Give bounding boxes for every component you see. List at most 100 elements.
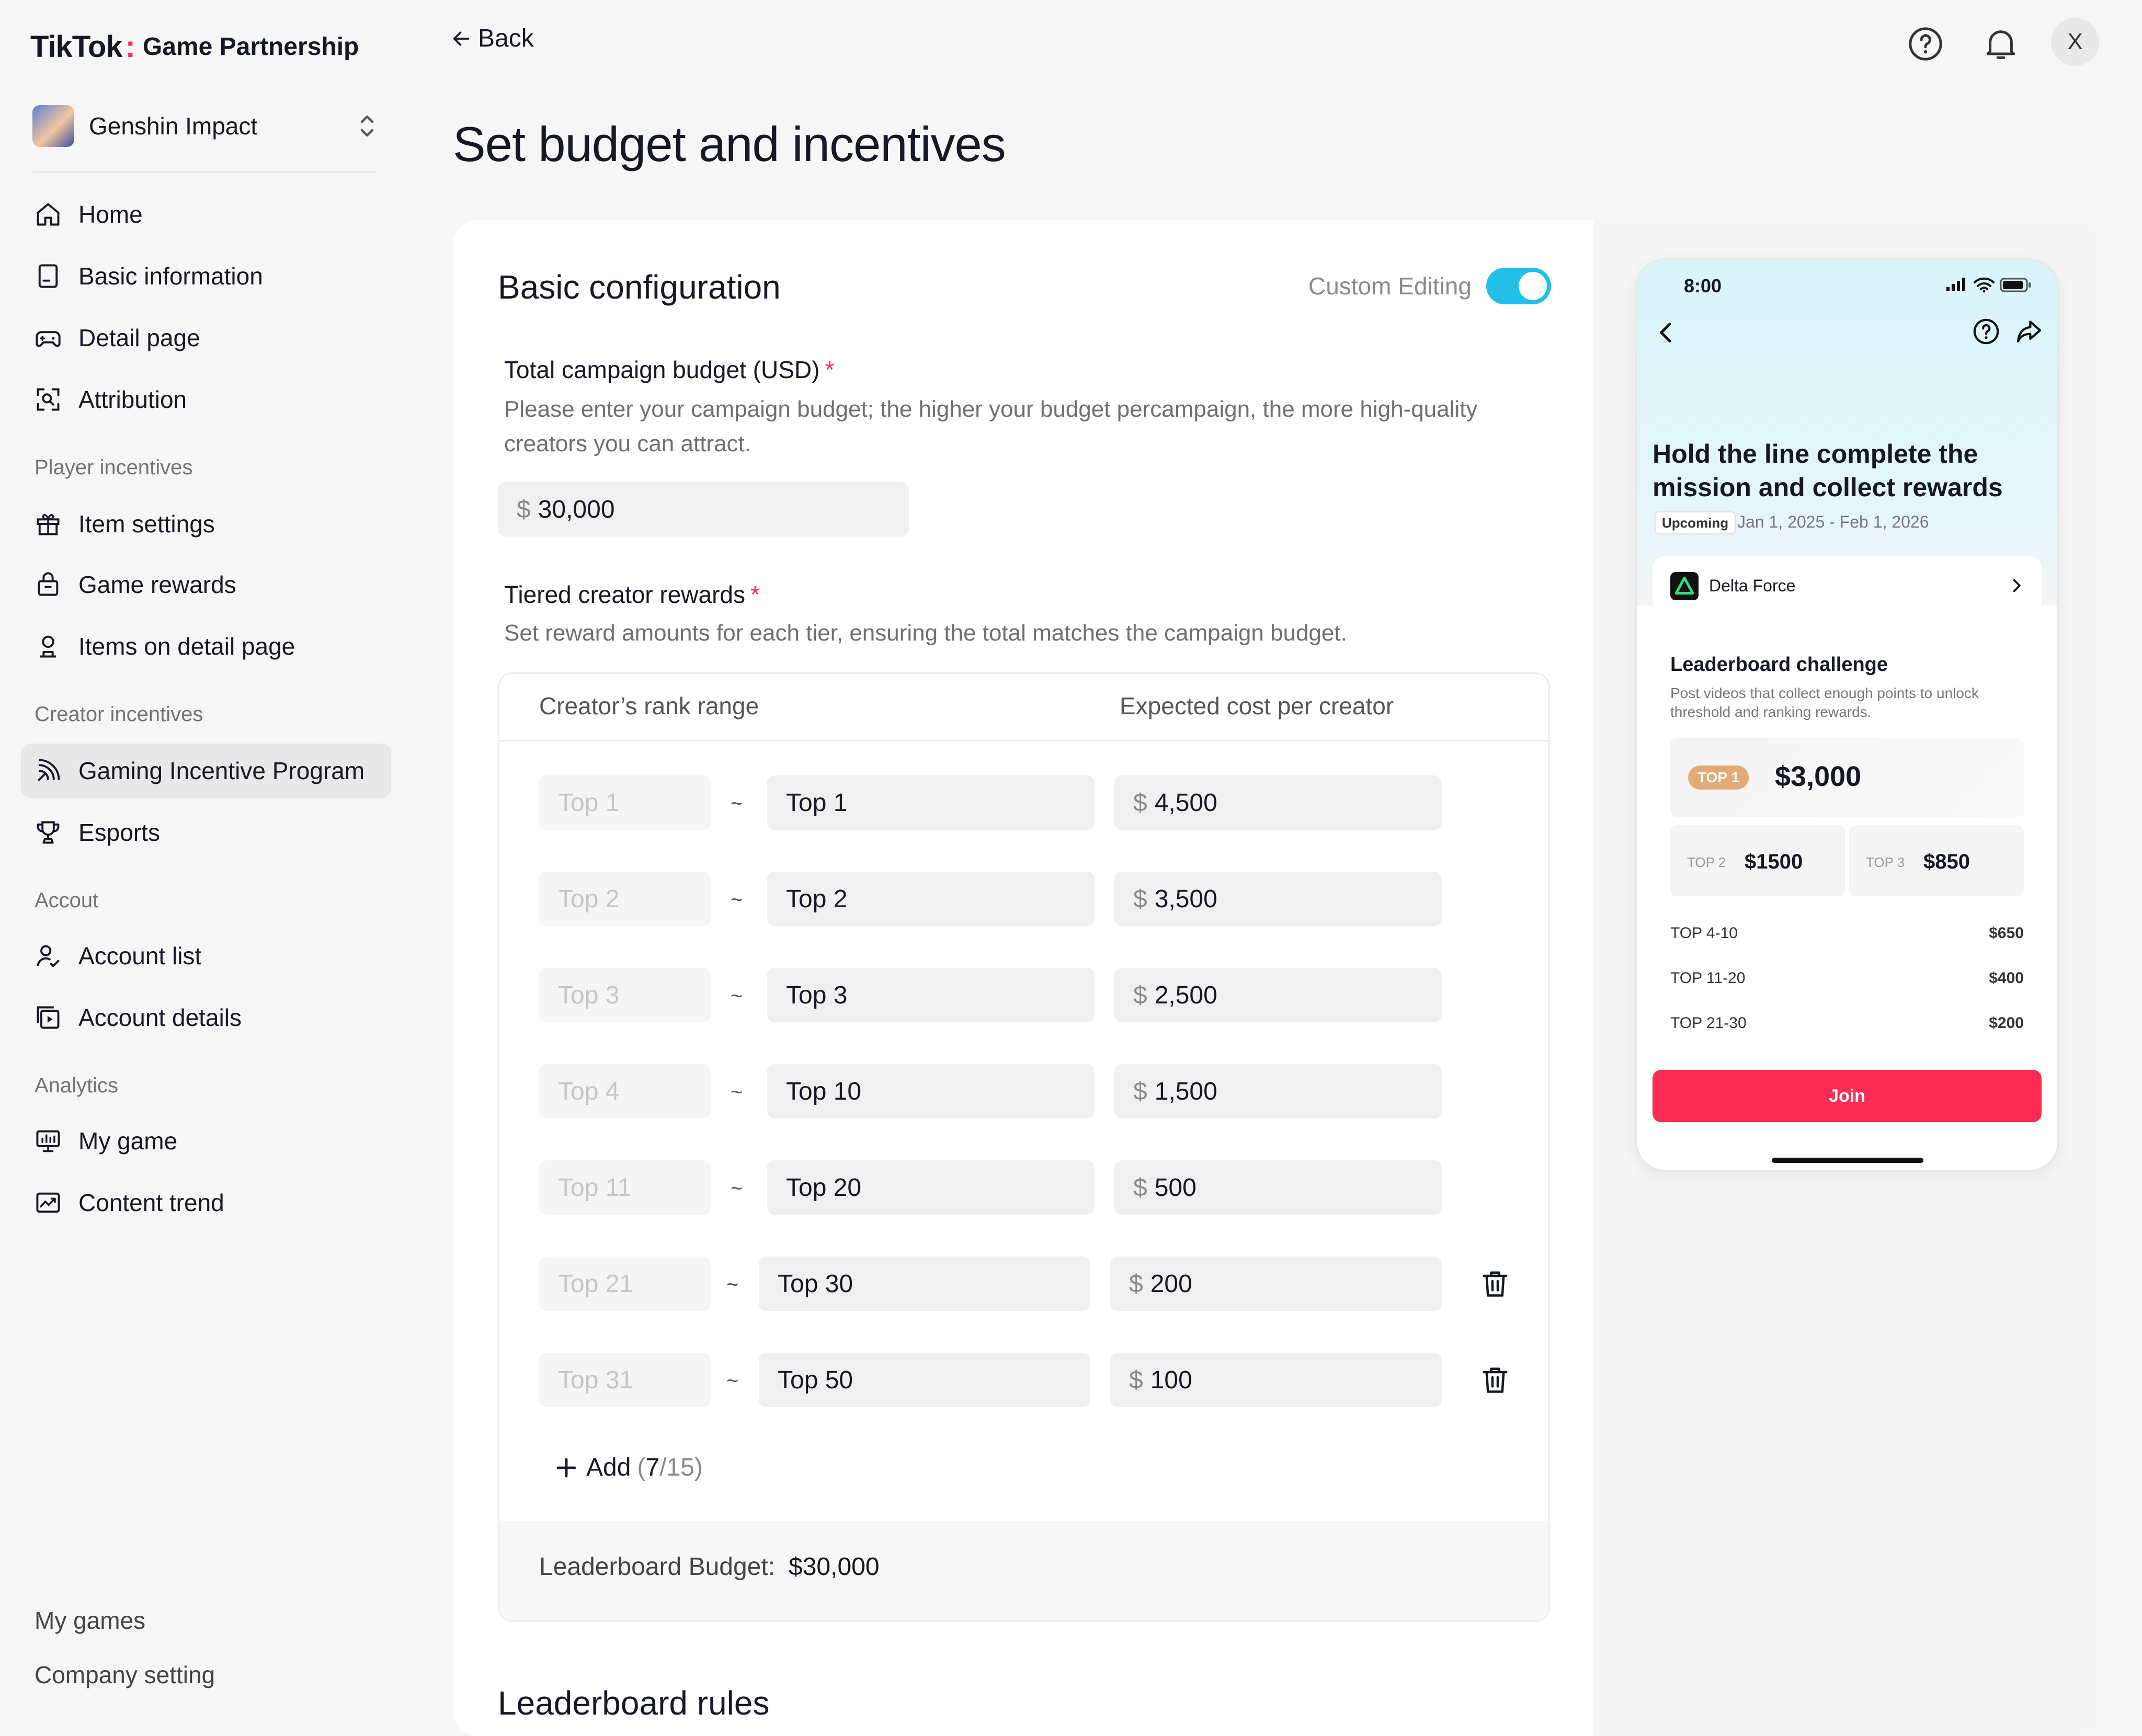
sidebar-link-company-setting[interactable]: Company setting: [35, 1661, 215, 1689]
logo-product-text: Game Partnership: [142, 33, 359, 61]
delta-force-icon: [1670, 572, 1699, 600]
reward-row-value: $400: [1989, 969, 2024, 987]
game-switcher[interactable]: Genshin Impact: [32, 102, 378, 150]
column-header-cost: Expected cost per creator: [1120, 692, 1394, 719]
add-tier-button[interactable]: Add (7/15): [554, 1453, 703, 1482]
tier-count-max: /15): [659, 1454, 703, 1481]
tier-cost-input[interactable]: $4,500: [1114, 775, 1442, 830]
tier-from-input: Top 2: [539, 872, 711, 926]
tier-cost-input[interactable]: $2,500: [1114, 968, 1442, 1022]
tier-cost-input[interactable]: $1,500: [1114, 1064, 1442, 1118]
required-asterisk: *: [825, 356, 835, 383]
sidebar-item-my-game[interactable]: My game: [21, 1114, 391, 1168]
tier-from-input: Top 4: [539, 1064, 711, 1118]
column-header-rank: Creator’s rank range: [539, 692, 759, 719]
range-tilde: ~: [726, 1273, 739, 1296]
status-badge: Upcoming: [1655, 511, 1736, 534]
top2-tag: TOP 2: [1687, 854, 1726, 870]
campaign-dates: Jan 1, 2025 - Feb 1, 2026: [1737, 512, 1929, 531]
tier-cost-value: 500: [1154, 1173, 1197, 1202]
document-icon: [33, 261, 63, 291]
sidebar-item-label: My game: [78, 1127, 178, 1155]
chevron-left-icon[interactable]: [1651, 318, 1681, 347]
tier-to-input[interactable]: Top 2: [767, 872, 1095, 926]
header-divider: [499, 740, 1548, 741]
sidebar-item-label: Attribution: [78, 386, 187, 413]
tier-to-input[interactable]: Top 50: [759, 1353, 1090, 1407]
game-avatar: [32, 105, 74, 147]
tier-count: (7/15): [637, 1453, 702, 1482]
sidebar-divider: [32, 172, 377, 173]
section-title-leaderboard-rules: Leaderboard rules: [498, 1684, 770, 1722]
sidebar-item-items-on-detail-page[interactable]: Items on detail page: [21, 619, 391, 673]
tier-to-input[interactable]: Top 20: [767, 1160, 1095, 1215]
nav-group-analytics: Analytics: [35, 1074, 119, 1097]
custom-editing-label: Custom Editing: [1308, 272, 1472, 300]
section-title-basic-configuration: Basic configuration: [498, 268, 781, 306]
scan-icon: [33, 385, 63, 414]
custom-editing-toggle[interactable]: [1486, 268, 1551, 304]
sidebar-item-label: Basic information: [78, 262, 263, 290]
game-name: Delta Force: [1709, 576, 1796, 595]
sidebar-item-account-details[interactable]: Account details: [21, 990, 391, 1045]
tiktok-logo[interactable]: TikTok : Game Partnership: [30, 29, 359, 64]
tier-cost-input[interactable]: $500: [1114, 1160, 1442, 1215]
reward-row-label: TOP 4-10: [1670, 924, 1738, 942]
top2-amount: $1500: [1745, 850, 1803, 873]
game-name: Genshin Impact: [89, 112, 258, 140]
budget-input[interactable]: $ 30,000: [498, 482, 909, 536]
trend-icon: [33, 1188, 63, 1217]
sidebar-item-content-trend[interactable]: Content trend: [21, 1175, 391, 1230]
tier-count-used: 7: [645, 1454, 660, 1481]
sidebar-item-esports[interactable]: Esports: [21, 805, 391, 860]
tier-table: Creator’s rank range Expected cost per c…: [498, 672, 1550, 1622]
home-icon: [33, 200, 63, 229]
leaderboard-budget-value: $30,000: [789, 1553, 880, 1581]
sidebar-item-item-settings[interactable]: Item settings: [21, 497, 391, 551]
tier-from-input: Top 21: [539, 1257, 711, 1311]
budget-label: Total campaign budget (USD) *: [504, 356, 834, 384]
nav-group-creator-incentives: Creator incentives: [35, 703, 203, 726]
tier-from-input: Top 1: [539, 775, 711, 830]
tier-to-input[interactable]: Top 30: [759, 1257, 1090, 1311]
tier-to-input[interactable]: Top 3: [767, 968, 1095, 1022]
help-icon[interactable]: [1972, 317, 2001, 346]
back-button[interactable]: Back: [451, 24, 534, 53]
tier-cost-value: 4,500: [1154, 789, 1217, 817]
currency-symbol: $: [1129, 1270, 1143, 1298]
tier-cost-input[interactable]: $3,500: [1114, 872, 1442, 926]
nav-group-account: Accout: [35, 889, 99, 912]
tier-cost-input[interactable]: $100: [1110, 1353, 1442, 1407]
tier-to-input[interactable]: Top 10: [767, 1064, 1095, 1118]
user-icon: [33, 632, 63, 661]
leaderboard-budget: Leaderboard Budget: $30,000: [539, 1552, 880, 1581]
join-button[interactable]: Join: [1653, 1070, 2042, 1122]
sidebar-item-basic-information[interactable]: Basic information: [21, 249, 391, 303]
sidebar-item-attribution[interactable]: Attribution: [21, 372, 391, 427]
range-tilde: ~: [731, 888, 743, 911]
notifications-button[interactable]: [1976, 19, 2026, 69]
sidebar-link-my-games[interactable]: My games: [35, 1606, 145, 1635]
tier-to-input[interactable]: Top 1: [767, 775, 1095, 830]
plus-icon: [556, 1458, 576, 1477]
help-button[interactable]: [1900, 19, 1951, 69]
sidebar-item-detail-page[interactable]: Detail page: [21, 311, 391, 365]
toggle-knob: [1519, 272, 1547, 300]
share-icon[interactable]: [2014, 317, 2044, 346]
trash-icon[interactable]: [1479, 1364, 1511, 1396]
range-tilde: ~: [731, 985, 743, 1008]
user-avatar[interactable]: X: [2051, 18, 2099, 66]
sidebar-item-account-list[interactable]: Account list: [21, 929, 391, 983]
sidebar-item-gaming-incentive-program[interactable]: Gaming Incentive Program: [21, 744, 391, 798]
tier-cost-input[interactable]: $200: [1110, 1257, 1442, 1311]
game-row[interactable]: Delta Force: [1653, 556, 2042, 617]
leaderboard-card: Leaderboard challenge Post videos that c…: [1653, 632, 2042, 1060]
trash-icon[interactable]: [1479, 1268, 1511, 1299]
currency-symbol: $: [1133, 789, 1147, 817]
tier-cost-value: 2,500: [1154, 981, 1217, 1009]
sidebar-item-home[interactable]: Home: [21, 187, 391, 242]
sidebar-item-label: Items on detail page: [78, 633, 295, 660]
sidebar-item-game-rewards[interactable]: Game rewards: [21, 557, 391, 612]
leaderboard-budget-label: Leaderboard Budget:: [539, 1553, 776, 1581]
tier-cost-value: 1,500: [1154, 1077, 1217, 1105]
